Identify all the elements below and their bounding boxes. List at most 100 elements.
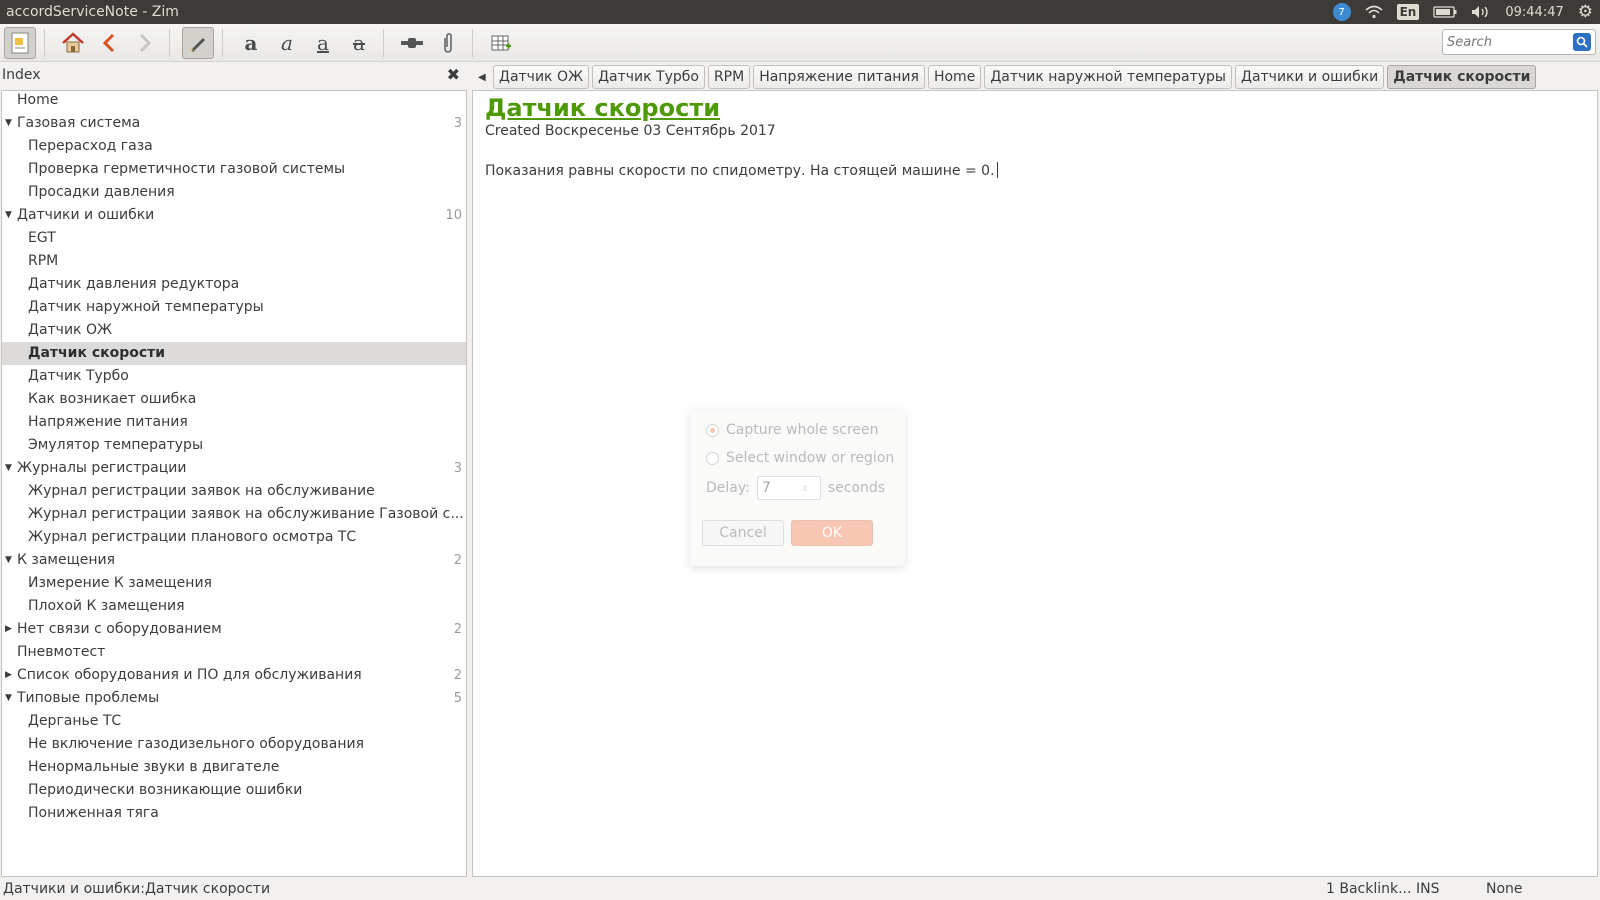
delay-input[interactable] — [761, 480, 802, 496]
backlinks-button[interactable]: 1 Backlink... — [1326, 881, 1411, 897]
clock[interactable]: 09:44:47 — [1498, 0, 1570, 24]
expander-closed-icon[interactable]: ▶ — [5, 618, 12, 641]
index-item[interactable]: Датчик ОЖ — [2, 319, 466, 342]
page-body[interactable]: Показания равны скорости по спидометру. … — [485, 162, 998, 179]
index-item-label: Дерганье ТС — [28, 713, 122, 729]
index-item[interactable]: Журнал регистрации планового осмотра ТС — [2, 526, 466, 549]
back-icon[interactable] — [93, 27, 125, 59]
index-item-label: Газовая система — [17, 115, 141, 131]
notebook-icon[interactable] — [4, 26, 36, 59]
tab-page[interactable]: RPM — [707, 65, 751, 89]
index-item[interactable]: ▼ Журналы регистрации 3 — [2, 457, 466, 480]
index-item[interactable]: Пониженная тяга — [2, 802, 466, 825]
strikethrough-icon[interactable]: a — [343, 27, 375, 59]
cancel-button[interactable]: Cancel — [702, 520, 784, 546]
attach-file-icon[interactable] — [432, 27, 464, 59]
index-item[interactable]: Проверка герметичности газовой системы — [2, 158, 466, 181]
keyboard-icon[interactable]: En — [1390, 0, 1427, 24]
spinner-arrows-icon[interactable]: ⇕ — [802, 484, 809, 493]
index-item[interactable]: Напряжение питания — [2, 411, 466, 434]
index-item[interactable]: Датчик Турбо — [2, 365, 466, 388]
index-item-label: Список оборудования и ПО для обслуживани… — [17, 667, 362, 683]
capture-whole-screen-option[interactable]: Capture whole screen — [706, 422, 879, 438]
index-item[interactable]: Как возникает ошибка — [2, 388, 466, 411]
tab-page[interactable]: Датчик скорости — [1387, 65, 1537, 89]
index-item[interactable]: Журнал регистрации заявок на обслуживани… — [2, 503, 466, 526]
search-box — [1442, 29, 1596, 55]
index-item-label: Журналы регистрации — [17, 460, 187, 476]
index-item[interactable]: ▼ Газовая система 3 — [2, 112, 466, 135]
wifi-icon[interactable] — [1358, 0, 1390, 24]
radio-selected[interactable] — [706, 423, 719, 437]
delay-spinner[interactable]: ⇕ — [756, 476, 821, 500]
index-item[interactable]: ▼ Типовые проблемы 5 — [2, 687, 466, 710]
index-item-label: Напряжение питания — [28, 414, 188, 430]
underline-icon[interactable]: a — [307, 27, 339, 59]
style-selector[interactable]: None — [1486, 881, 1523, 897]
index-item[interactable]: Дерганье ТС — [2, 710, 466, 733]
index-item[interactable]: ▶ Нет связи с оборудованием 2 — [2, 618, 466, 641]
search-icon[interactable] — [1573, 33, 1591, 51]
index-item-label: Датчики и ошибки — [17, 207, 155, 223]
tab-page[interactable]: Датчик наружной температуры — [984, 65, 1232, 89]
insert-link-icon[interactable] — [396, 27, 428, 59]
index-item[interactable]: Периодически возникающие ошибки — [2, 779, 466, 802]
index-item[interactable]: Не включение газодизельного оборудования — [2, 733, 466, 756]
ok-button[interactable]: OK — [791, 520, 873, 546]
index-item-count: 3 — [453, 461, 462, 476]
expander-open-icon[interactable]: ▼ — [5, 549, 12, 572]
forward-icon[interactable] — [129, 27, 161, 59]
search-input[interactable] — [1443, 34, 1567, 50]
close-icon[interactable]: ✖ — [447, 65, 460, 84]
index-header: Index ✖ — [0, 62, 466, 87]
toolbar-separator — [383, 28, 384, 57]
radio-unselected[interactable] — [706, 451, 719, 465]
status-page-path: Датчики и ошибки:Датчик скорости — [3, 881, 271, 897]
select-window-option[interactable]: Select window or region — [706, 450, 894, 466]
tab-page[interactable]: Home — [927, 65, 982, 89]
index-item[interactable]: Датчик давления редуктора — [2, 273, 466, 296]
tab-page[interactable]: Датчики и ошибки — [1235, 65, 1385, 89]
telegram-icon[interactable]: 7 — [1326, 0, 1358, 24]
expander-open-icon[interactable]: ▼ — [5, 687, 12, 710]
index-item[interactable]: Пневмотест — [2, 641, 466, 664]
italic-icon[interactable]: a — [271, 27, 303, 59]
scroll-left-icon[interactable]: ◀ — [478, 72, 490, 83]
battery-icon[interactable] — [1426, 0, 1464, 24]
expander-open-icon[interactable]: ▼ — [5, 457, 12, 480]
expander-open-icon[interactable]: ▼ — [5, 204, 12, 227]
bold-icon[interactable]: a — [235, 27, 267, 59]
tab-page[interactable]: Датчик ОЖ — [493, 65, 590, 89]
keyboard-layout: En — [1396, 4, 1420, 20]
index-item[interactable]: Датчик скорости — [2, 342, 466, 365]
index-item[interactable]: Ненормальные звуки в двигателе — [2, 756, 466, 779]
settings-gear-icon[interactable]: ⚙ — [1571, 0, 1600, 24]
index-item[interactable]: RPM — [2, 250, 466, 273]
home-icon[interactable] — [57, 27, 89, 59]
expander-open-icon[interactable]: ▼ — [5, 112, 12, 135]
index-item[interactable]: ▼ К замещения 2 — [2, 549, 466, 572]
index-item[interactable]: Перерасход газа — [2, 135, 466, 158]
tab-page[interactable]: Датчик Турбо — [592, 65, 705, 89]
index-item[interactable]: Журнал регистрации заявок на обслуживани… — [2, 480, 466, 503]
index-item[interactable]: Измерение К замещения — [2, 572, 466, 595]
index-item[interactable]: ▼ Датчики и ошибки 10 — [2, 204, 466, 227]
page-body-text: Показания равны скорости по спидометру. … — [485, 163, 995, 179]
index-item[interactable]: ▶ Список оборудования и ПО для обслуживан… — [2, 664, 466, 687]
index-item[interactable]: EGT — [2, 227, 466, 250]
index-item[interactable]: Эмулятор температуры — [2, 434, 466, 457]
index-tree: Home ▼ Газовая система 3 Перерасход газа Пров… — [1, 90, 467, 877]
volume-icon[interactable] — [1464, 0, 1498, 24]
window-title: accordServiceNote - Zim — [6, 4, 179, 20]
index-item[interactable]: Просадки давления — [2, 181, 466, 204]
page-editor[interactable]: Датчик скорости Created Воскресенье 03 С… — [472, 90, 1598, 877]
tab-page[interactable]: Напряжение питания — [753, 65, 925, 89]
index-item-label: Периодически возникающие ошибки — [28, 782, 303, 798]
toolbar-separator — [169, 28, 170, 57]
index-item[interactable]: Датчик наружной температуры — [2, 296, 466, 319]
index-item[interactable]: Home — [2, 91, 466, 112]
index-item[interactable]: Плохой К замещения — [2, 595, 466, 618]
expander-closed-icon[interactable]: ▶ — [5, 664, 12, 687]
edit-pencil-icon[interactable] — [182, 26, 214, 59]
table-icon[interactable] — [485, 27, 517, 59]
